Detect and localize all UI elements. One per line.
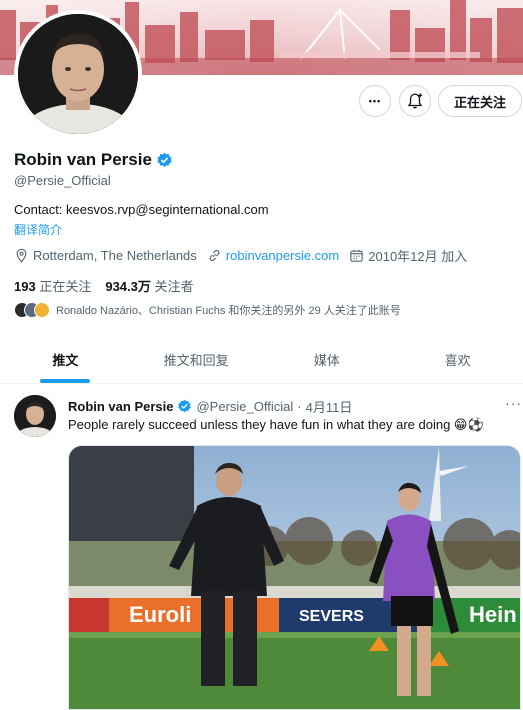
location-text: Rotterdam, The Netherlands xyxy=(33,248,197,263)
tweet-emoji: 😁⚽ xyxy=(453,417,484,432)
followers-label: 关注者 xyxy=(154,279,194,294)
more-options-icon: ••• xyxy=(368,96,382,106)
followed-by-row[interactable]: Ronaldo Nazário、Christian Fuchs 和你关注的另外 … xyxy=(14,302,401,318)
verified-badge-icon xyxy=(157,152,172,167)
profile-joined: 2010年12月 加入 xyxy=(349,246,467,265)
signage-severs: SEVERS xyxy=(299,608,364,625)
followers-stat[interactable]: 934.3万 关注者 xyxy=(105,276,193,295)
mini-avatar xyxy=(34,302,50,318)
following-button[interactable]: 正在关注 xyxy=(438,85,522,117)
tab-tweets[interactable]: 推文 xyxy=(0,336,131,383)
following-label: 正在关注 xyxy=(39,279,92,294)
tweet-author-avatar[interactable] xyxy=(14,395,56,437)
tweet-date[interactable]: 4月11日 xyxy=(306,397,353,416)
tab-tweets-and-replies[interactable]: 推文和回复 xyxy=(131,336,262,383)
signage-euroli: Euroli xyxy=(129,602,191,627)
notifications-button[interactable] xyxy=(399,85,431,117)
tweet-header: Robin van Persie @Persie_Official · 4月11… xyxy=(68,397,352,416)
signage-hein: Hein xyxy=(469,602,517,627)
profile-stats: 193 正在关注 934.3万 关注者 xyxy=(14,276,194,295)
tweet-avatar-image xyxy=(14,395,56,437)
tweet-author-name[interactable]: Robin van Persie xyxy=(68,399,173,414)
profile-website[interactable]: robinvanpersie.com xyxy=(207,248,339,263)
profile-bio: Contact: keesvos.rvp@seginternational.co… xyxy=(14,202,269,217)
profile-tabs: 推文 推文和回复 媒体 喜欢 xyxy=(0,336,523,384)
translate-bio-link[interactable]: 翻译简介 xyxy=(14,221,62,238)
following-count: 193 xyxy=(14,279,36,294)
more-options-button[interactable]: ••• xyxy=(359,85,391,117)
tweet-text-row: People rarely succeed unless they have f… xyxy=(68,417,484,433)
profile-avatar-photo xyxy=(18,14,138,134)
profile-name-row: Robin van Persie xyxy=(14,150,173,170)
tweet-more-button[interactable]: ··· xyxy=(505,395,522,411)
location-pin-icon xyxy=(16,248,27,263)
avatar-portrait-image xyxy=(18,14,138,134)
tweet-media-image[interactable]: Euroli SEVERS Hein xyxy=(68,445,521,710)
profile-meta-row: Rotterdam, The Netherlands robinvanpersi… xyxy=(14,246,477,265)
tweet-photo: Euroli SEVERS Hein xyxy=(69,446,520,709)
tab-likes[interactable]: 喜欢 xyxy=(392,336,523,383)
link-icon xyxy=(209,249,220,262)
tweet-item[interactable]: Robin van Persie @Persie_Official · 4月11… xyxy=(0,385,523,710)
followed-by-avatars xyxy=(14,302,50,318)
followed-by-text: Ronaldo Nazário、Christian Fuchs 和你关注的另外 … xyxy=(56,305,401,317)
profile-name: Robin van Persie xyxy=(14,150,152,169)
following-stat[interactable]: 193 正在关注 xyxy=(14,276,91,295)
bell-plus-icon xyxy=(407,93,423,109)
website-link[interactable]: robinvanpersie.com xyxy=(226,248,339,263)
joined-text: 2010年12月 加入 xyxy=(368,249,468,264)
tab-media[interactable]: 媒体 xyxy=(262,336,393,383)
profile-location: Rotterdam, The Netherlands xyxy=(14,248,197,263)
followers-count: 934.3万 xyxy=(105,279,151,294)
tweet-separator: · xyxy=(297,399,302,414)
tweet-text: People rarely succeed unless they have f… xyxy=(68,417,451,432)
calendar-icon xyxy=(350,249,363,262)
tweet-author-handle[interactable]: @Persie_Official xyxy=(196,399,293,414)
profile-handle: @Persie_Official xyxy=(14,173,111,188)
verified-badge-icon xyxy=(178,399,192,413)
profile-avatar[interactable] xyxy=(14,10,142,138)
